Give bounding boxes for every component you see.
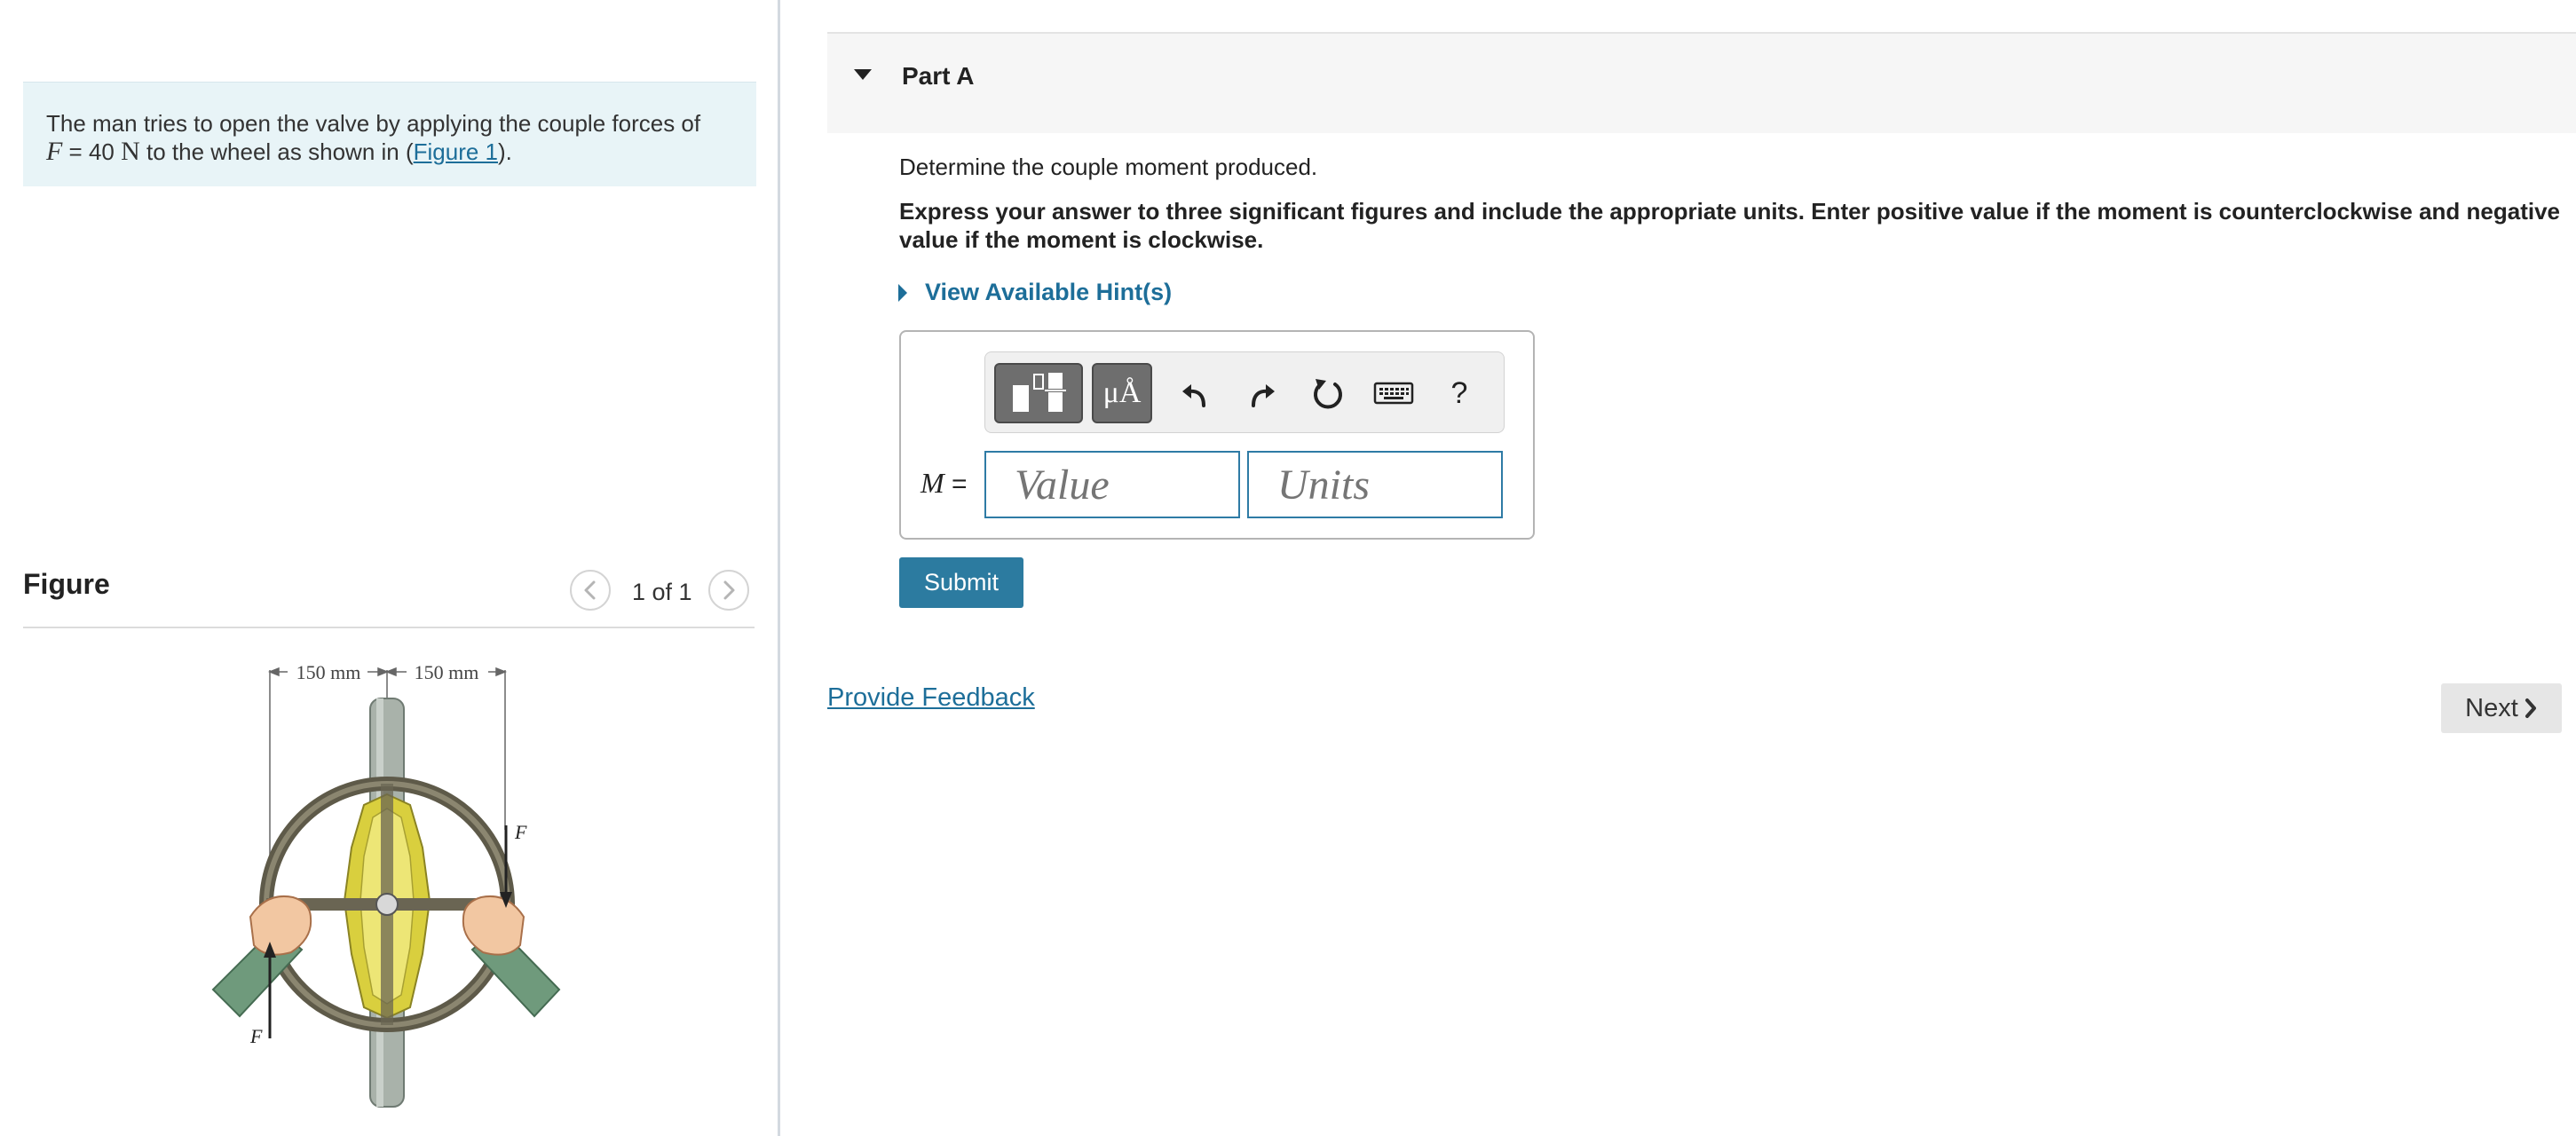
figure-link[interactable]: Figure 1	[414, 138, 498, 165]
right-hand-shape	[462, 895, 525, 956]
help-label: ?	[1450, 375, 1468, 410]
answer-entry-box: μÅ ? M = Value Units	[899, 330, 1535, 540]
valve-wheel-figure: 150 mm 150 mm F F	[211, 661, 561, 1108]
force-variable: F	[46, 137, 63, 166]
redo-icon	[1252, 384, 1275, 407]
part-title: Part A	[902, 62, 975, 90]
keyboard-icon	[1373, 382, 1414, 405]
view-hints-label: View Available Hint(s)	[925, 279, 1173, 305]
undo-icon	[1182, 384, 1205, 407]
column-divider[interactable]	[778, 0, 780, 1136]
value-input[interactable]	[984, 451, 1240, 518]
answer-variable-label: M =	[921, 467, 968, 500]
part-a-header[interactable]: Part A	[827, 32, 2576, 133]
figure-counter: 1 of 1	[632, 579, 692, 605]
reset-button[interactable]	[1303, 363, 1353, 423]
next-label: Next	[2465, 693, 2518, 722]
problem-text: The man tries to open the valve by apply…	[46, 110, 701, 137]
chevron-right-icon	[2525, 698, 2536, 718]
submit-button[interactable]: Submit	[899, 557, 1023, 608]
force-equals: = 40	[62, 138, 122, 165]
templates-button[interactable]	[994, 363, 1083, 423]
moment-variable: M	[921, 467, 944, 499]
caret-down-icon	[854, 69, 872, 80]
problem-text-end: ).	[498, 138, 512, 165]
force-label-top: F	[514, 821, 527, 843]
problem-panel: The man tries to open the valve by apply…	[0, 0, 778, 1136]
redo-button[interactable]	[1237, 363, 1287, 423]
figure-title: Figure	[23, 568, 110, 600]
help-button[interactable]: ?	[1434, 363, 1484, 423]
force-label-bottom: F	[249, 1025, 263, 1047]
moment-equals: =	[944, 469, 968, 499]
dimension-right-label: 150 mm	[415, 661, 479, 683]
question-text: Determine the couple moment produced.	[899, 154, 1318, 180]
dimension-left-label: 150 mm	[296, 661, 361, 683]
force-unit: N	[121, 137, 140, 166]
problem-statement: The man tries to open the valve by apply…	[23, 82, 756, 186]
provide-feedback-link[interactable]: Provide Feedback	[827, 683, 1035, 713]
reset-icon	[1314, 379, 1342, 409]
chevron-right-icon	[723, 580, 735, 600]
left-hand-shape	[249, 895, 312, 956]
figure-divider	[23, 627, 755, 628]
next-figure-button[interactable]	[708, 570, 749, 611]
problem-text-2: to the wheel as shown in (	[139, 138, 414, 165]
symbols-button[interactable]: μÅ	[1092, 363, 1152, 423]
caret-right-icon	[898, 283, 907, 302]
mu-angstrom-label: μÅ	[1102, 376, 1142, 409]
keyboard-button[interactable]	[1365, 363, 1422, 423]
view-hints-toggle[interactable]: View Available Hint(s)	[897, 279, 1172, 306]
next-button[interactable]: Next	[2441, 683, 2562, 733]
templates-icon	[1013, 373, 1066, 412]
force-arrow-left	[264, 942, 276, 1038]
chevron-left-icon	[584, 580, 596, 600]
undo-button[interactable]	[1170, 363, 1220, 423]
units-input[interactable]	[1247, 451, 1503, 518]
math-toolbar: μÅ ?	[984, 351, 1505, 433]
previous-figure-button[interactable]	[570, 570, 611, 611]
answer-instructions: Express your answer to three significant…	[899, 198, 2561, 253]
hub-shape	[375, 893, 399, 916]
